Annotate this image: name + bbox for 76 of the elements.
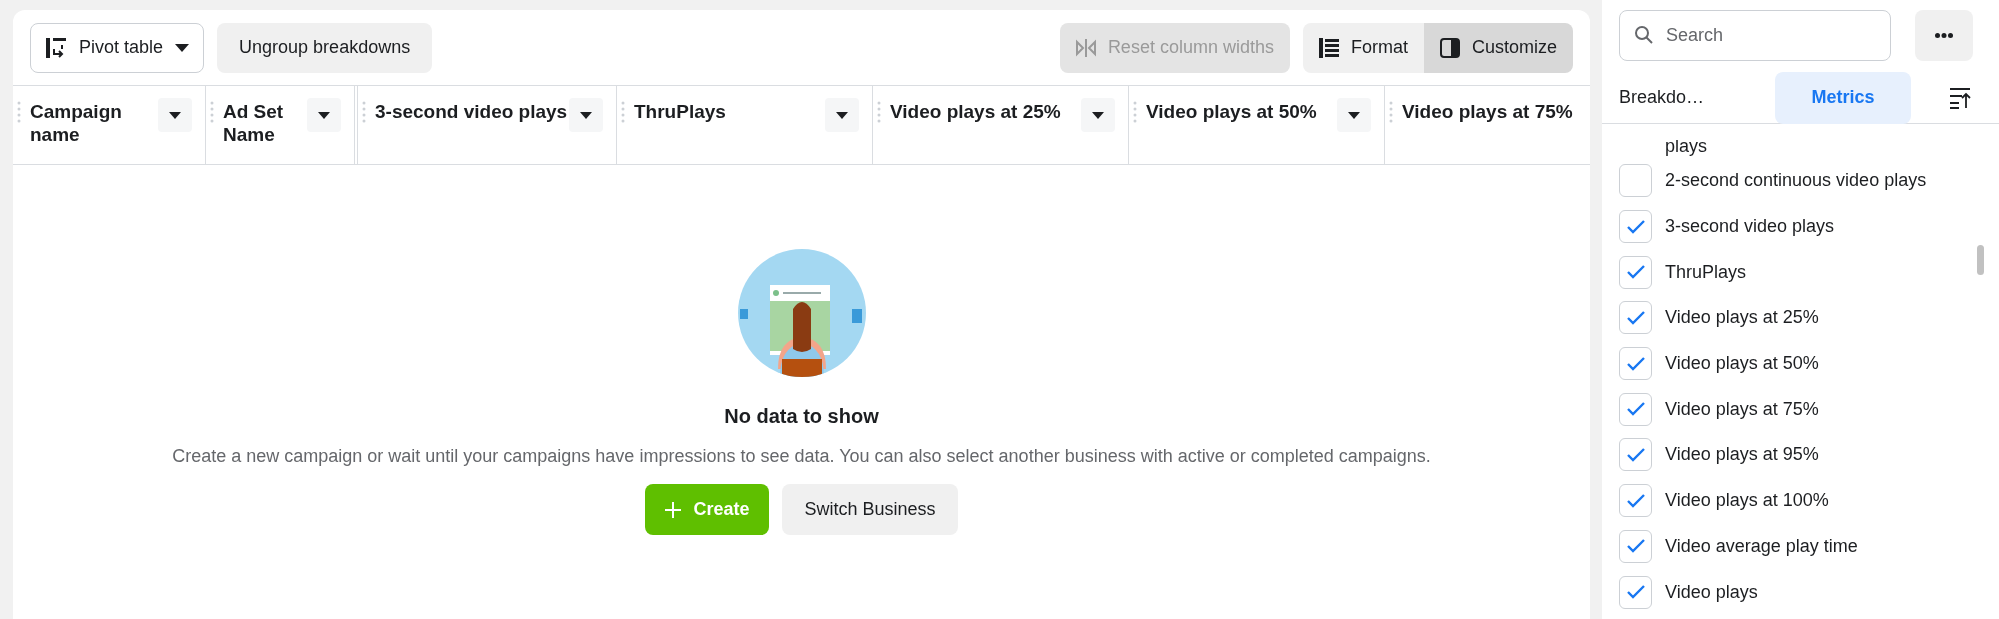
- check-icon: [1626, 493, 1645, 508]
- column-header[interactable]: ThruPlays: [617, 86, 873, 164]
- drag-handle-icon[interactable]: [621, 101, 625, 123]
- column-menu-button[interactable]: [569, 98, 603, 132]
- drag-handle-icon[interactable]: [877, 101, 881, 123]
- checkbox[interactable]: [1619, 164, 1652, 198]
- pivot-table-dropdown[interactable]: Pivot table: [30, 22, 205, 73]
- column-header[interactable]: Campaign name: [13, 86, 206, 164]
- drag-handle-icon[interactable]: [1133, 101, 1137, 123]
- caret-icon: [1092, 111, 1104, 119]
- resize-icon: [1075, 37, 1096, 58]
- metric-label: ThruPlays: [1665, 260, 1747, 284]
- drag-handle-icon[interactable]: [17, 101, 21, 123]
- check-icon: [1626, 265, 1645, 280]
- scrollbar: [1977, 245, 1984, 275]
- check-icon: [1626, 402, 1645, 417]
- metric-label: 2-second continuous video plays: [1665, 169, 1927, 193]
- metric-label: Video plays: [1665, 580, 1758, 604]
- check-icon: [1626, 539, 1645, 554]
- checkbox[interactable]: [1619, 301, 1652, 335]
- format-button[interactable]: Format: [1302, 22, 1424, 73]
- panel-tab[interactable]: Metrics: [1775, 71, 1911, 124]
- drag-handle-icon[interactable]: [210, 101, 214, 123]
- caret-icon: [175, 43, 190, 52]
- pivot-table-icon: [45, 36, 67, 59]
- list-icon: [1318, 37, 1339, 58]
- plus-icon: [665, 501, 682, 518]
- checkbox[interactable]: [1619, 484, 1652, 518]
- metric-label: Video plays at 75%: [1665, 397, 1819, 421]
- metric-label: 3-second video plays: [1665, 215, 1835, 239]
- more-icon: [1935, 33, 1953, 38]
- column-menu-button[interactable]: [307, 98, 341, 132]
- empty-state-title: No data to show: [724, 404, 879, 429]
- column-header[interactable]: Video plays at 25%: [873, 86, 1129, 164]
- search-icon: [1635, 26, 1653, 44]
- column-header[interactable]: Video plays at 75%: [1385, 86, 1589, 164]
- customize-button[interactable]: Customize: [1423, 22, 1573, 73]
- metric-label: Video plays at 100%: [1665, 489, 1829, 513]
- check-icon: [1626, 310, 1645, 325]
- metric-label: Video plays at 95%: [1665, 443, 1819, 467]
- checkbox[interactable]: [1619, 575, 1652, 609]
- caret-icon: [836, 111, 848, 119]
- checkbox[interactable]: [1619, 392, 1652, 426]
- drag-handle-icon[interactable]: [1389, 101, 1393, 123]
- metric-label: Video average play time: [1665, 534, 1858, 558]
- caret-icon: [318, 111, 330, 119]
- column-header[interactable]: Video plays at 50%: [1129, 86, 1385, 164]
- drag-handle-icon[interactable]: [362, 101, 366, 123]
- column-menu-button[interactable]: [158, 98, 192, 132]
- checkbox[interactable]: [1619, 438, 1652, 472]
- ungroup-breakdowns-button[interactable]: Ungroup breakdowns: [217, 22, 433, 73]
- caret-icon: [169, 111, 181, 119]
- check-icon: [1626, 219, 1645, 234]
- search-field[interactable]: Search: [1619, 10, 1891, 61]
- checkbox[interactable]: [1619, 347, 1652, 381]
- panel-tab[interactable]: Breakdo…: [1619, 71, 1755, 124]
- metric-label: Video plays at 25%: [1665, 306, 1819, 330]
- checkbox[interactable]: [1619, 210, 1652, 244]
- checkbox[interactable]: [1619, 529, 1652, 563]
- check-icon: [1626, 585, 1645, 600]
- side-panel-icon: [1439, 37, 1460, 58]
- more-button[interactable]: [1915, 10, 1973, 61]
- checkbox[interactable]: [1619, 255, 1652, 289]
- empty-state-message: Create a new campaign or wait until your campaigns have impressions to see data. You can also select another business with active or completed campaigns.: [172, 445, 1431, 468]
- column-menu-button[interactable]: [825, 98, 859, 132]
- column-menu-button[interactable]: [1337, 98, 1371, 132]
- caret-icon: [580, 111, 592, 119]
- check-icon: [1626, 356, 1645, 371]
- check-icon: [1626, 447, 1645, 462]
- column-header[interactable]: 3-second video plays: [358, 86, 617, 164]
- sort-icon[interactable]: [1949, 86, 1971, 109]
- metric-label: Video plays at 50%: [1665, 352, 1819, 376]
- column-header[interactable]: Ad Set Name: [206, 86, 358, 164]
- column-menu-button[interactable]: [1081, 98, 1115, 132]
- switch-business-button[interactable]: Switch Business: [782, 484, 958, 535]
- caret-icon: [1348, 111, 1360, 119]
